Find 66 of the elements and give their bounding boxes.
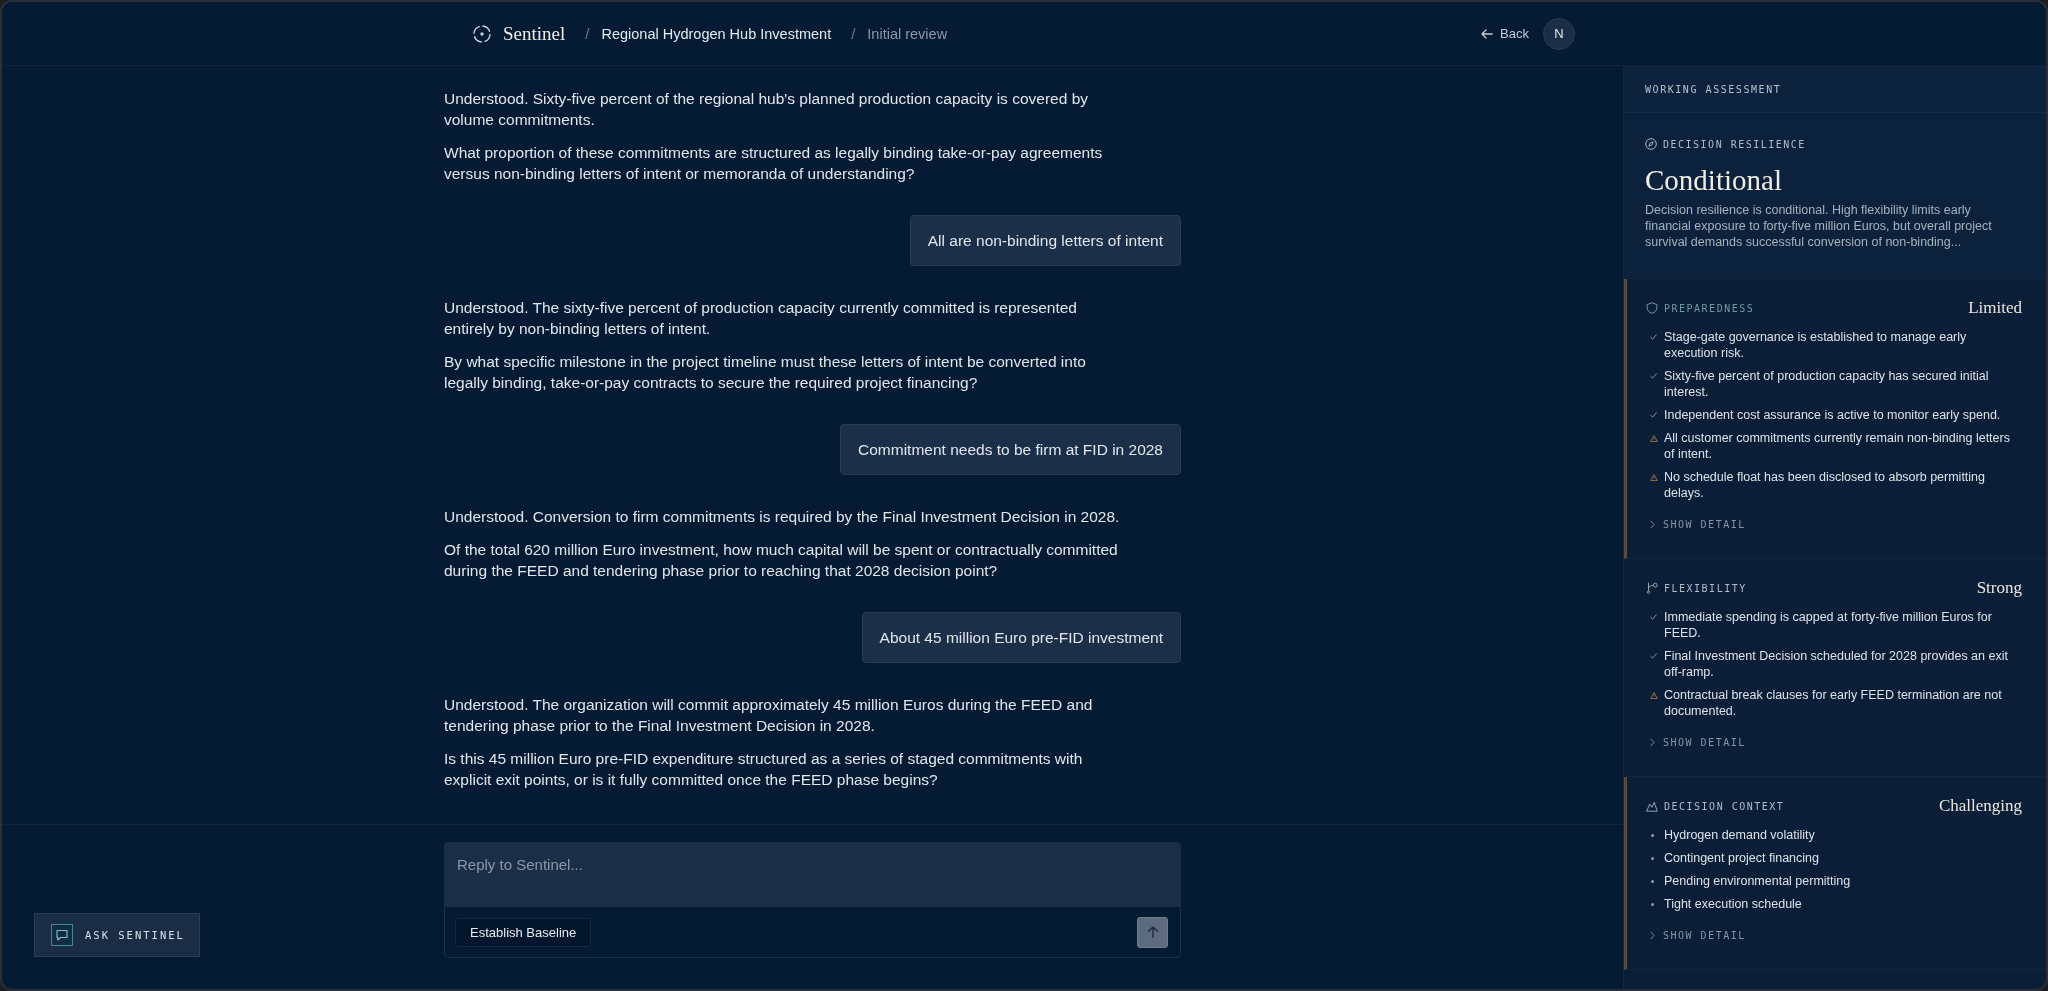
warning-icon [1650,473,1658,481]
assessment-item-text: Sixty-five percent of production capacity has secured initial interest. [1664,368,1990,400]
suggestion-chip[interactable]: Establish Baseline [455,917,592,947]
check-icon [1650,653,1657,659]
arrow-left-icon [1481,28,1494,39]
section-rating: Limited [1968,298,2022,318]
section-rating: Challenging [1938,796,2022,816]
brand-name: Sentinel [503,22,566,45]
user-message: All are non-binding letters of intent [909,215,1181,266]
assessment-item-text: Independent cost assurance is active to monitor early spend. [1664,407,2001,423]
mountain-icon [1646,800,1658,812]
assistant-message-text: What proportion of these commitments are structured as legally binding take-or-pay agreements versus non-binding letters of intent or memoranda of understanding? [444,143,1104,184]
show-detail-button[interactable]: SHOW DETAIL [1646,735,1746,749]
warning-icon [1650,691,1658,699]
reply-input[interactable]: Reply to Sentinel... [445,843,1180,907]
assistant-message-text: Is this 45 million Euro pre-FID expenditure structured as a series of staged commitments with explicit exit points, or is it fully committed once the FEED phase begins? [444,749,1084,790]
breadcrumb-link[interactable]: Regional Hydrogen Hub Investment [601,25,832,42]
assessment-item-text: All customer commitments currently remain non-binding letters of intent. [1664,430,2011,462]
branch-icon [1646,582,1658,594]
check-icon [1650,412,1657,418]
user-message: Commitment needs to be firm at FID in 2028 [840,424,1181,475]
check-icon [1650,614,1657,620]
back-button[interactable]: Back [1479,22,1531,45]
assessment-item-text: Immediate spending is capped at forty-five million Euros for FEED. [1664,609,1993,641]
section-label: DECISION CONTEXT [1664,800,1785,812]
user-message: About 45 million Euro pre-FID investment [861,612,1181,663]
compass-icon [1645,138,1657,150]
chat-bubble-icon [51,924,73,946]
assessment-item-text: Stage-gate governance is established to manage early execution risk. [1664,329,1968,361]
assistant-message-text: Of the total 620 million Euro investment, how much capital will be spent or contractually committed during the FEED and tendering phase prior to reaching that 2028 decision point? [444,540,1119,581]
breadcrumb-separator: / [851,25,856,42]
check-icon [1650,373,1657,379]
assessment-item-text: Contingent project financing [1664,850,1819,866]
ask-sentinel-button[interactable]: ASK SENTINEL [34,913,200,957]
resilience-label: DECISION RESILIENCE [1663,138,1806,150]
section-rating: Strong [1976,578,2022,598]
bullet-dot-icon [1651,856,1654,860]
show-detail-button[interactable]: SHOW DETAIL [1646,517,1746,531]
section-label: FLEXIBILITY [1664,582,1747,594]
assessment-item-text: Pending environmental permitting [1664,873,1851,889]
assessment-item-text: No schedule float has been disclosed to absorb permitting delays. [1664,469,1987,501]
assessment-item-text: Tight execution schedule [1664,896,1802,912]
assessment-item-text: Final Investment Decision scheduled for 2028 provides an exit off-ramp. [1664,648,2009,680]
shield-icon [1646,302,1658,314]
user-avatar[interactable]: N [1543,17,1575,50]
assessment-item-text: Contractual break clauses for early FEED termination are not documented. [1664,687,2003,719]
arrow-up-icon [1146,926,1159,938]
assistant-message-text: Understood. Conversion to firm commitments is required by the Final Investment Decision in 2028. [444,507,1120,527]
resilience-summary: Decision resilience is conditional. High flexibility limits early financial exposure to forty-five million Euros, but overall project survival demands successful conversion of non-binding... [1645,202,1993,250]
assessment-item-text: Hydrogen demand volatility [1664,827,1815,843]
resilience-rating: Conditional [1645,164,1783,196]
bullet-dot-icon [1651,879,1654,883]
assistant-message-text: Understood. The organization will commit approximately 45 million Euros during the FEED and tendering phase prior to the Final Investment Decision in 2028. [444,695,1094,736]
section-label: PREPAREDNESS [1664,302,1755,314]
current-page-label: Initial review [867,25,948,42]
assistant-message-text: Understood. Sixty-five percent of the regional hub's planned production capacity is covered by volume commitments. [444,89,1089,130]
bullet-dot-icon [1651,902,1654,906]
panel-title: WORKING ASSESSMENT [1645,83,1782,95]
bullet-dot-icon [1651,833,1654,837]
show-detail-button[interactable]: SHOW DETAIL [1646,928,1746,942]
assistant-message-text: Understood. The sixty-five percent of production capacity currently committed is represented entirely by non-binding letters of intent. [444,298,1078,339]
assistant-message-text: By what specific milestone in the project timeline must these letters of intent be converted into legally binding, take-or-pay contracts to secure the required project financing? [444,352,1087,393]
warning-icon [1650,434,1658,442]
logo-icon [473,24,491,43]
check-icon [1650,334,1657,340]
breadcrumb-separator: / [585,25,590,42]
